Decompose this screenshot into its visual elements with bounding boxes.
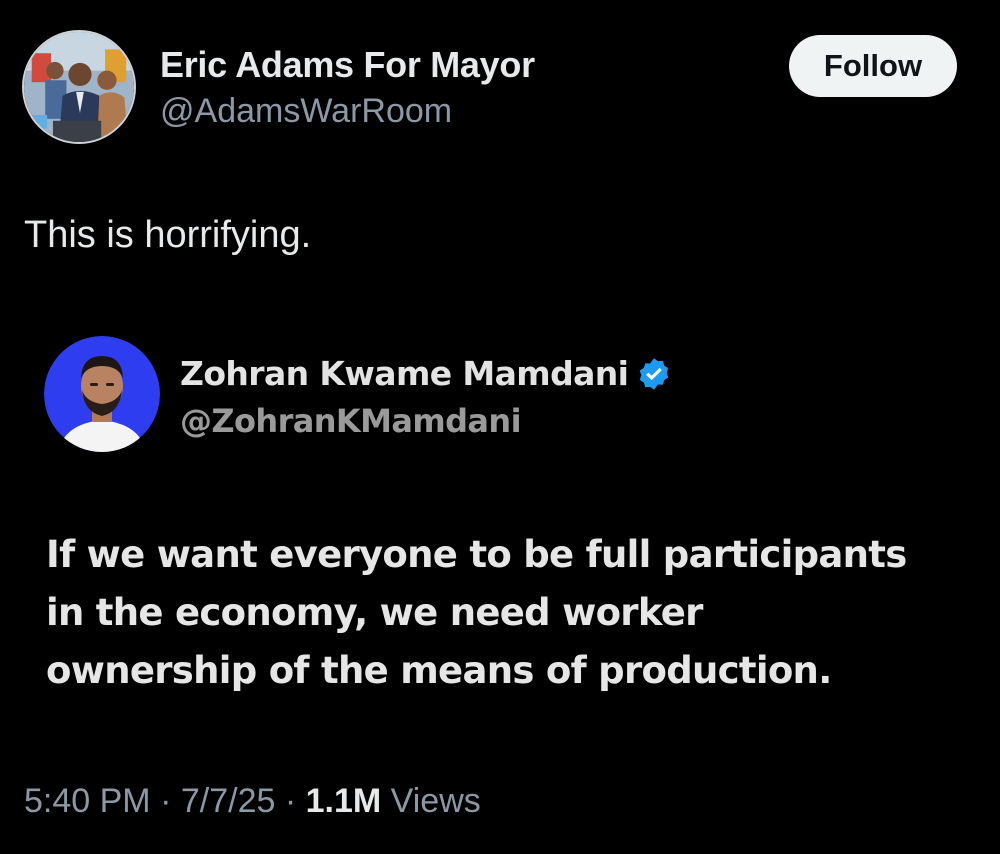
quoted-post-text: If we want everyone to be full participa… [46, 526, 976, 700]
post-time[interactable]: 5:40 PM [24, 782, 151, 820]
follow-button[interactable]: Follow [789, 35, 957, 97]
tweet: Eric Adams For Mayor @AdamsWarRoom Follo… [0, 0, 1000, 854]
quoted-author-avatar[interactable] [44, 336, 160, 452]
quoted-text-line: in the economy, we need worker [46, 591, 703, 634]
meta-separator: · [160, 782, 172, 820]
quoted-post[interactable]: Zohran Kwame Mamdani @ZohranKMamdani If … [0, 330, 1000, 730]
quoted-author-name-text: Zohran Kwame Mamdani [180, 354, 629, 393]
post-date[interactable]: 7/7/25 [181, 782, 276, 820]
author-handle[interactable]: @AdamsWarRoom [160, 92, 452, 131]
quoted-text-line: ownership of the means of production. [46, 649, 832, 692]
quoted-text-line: If we want everyone to be full participa… [46, 533, 907, 576]
views-count[interactable]: 1.1M [306, 782, 382, 820]
post-meta: 5:40 PM · 7/7/25 · 1.1M Views [24, 782, 481, 821]
quoted-avatar-image [44, 336, 160, 452]
verified-badge-icon [636, 356, 672, 392]
author-avatar-image [24, 32, 134, 142]
author-name[interactable]: Eric Adams For Mayor [160, 44, 535, 86]
views-label: Views [390, 782, 481, 820]
meta-separator: · [284, 782, 297, 820]
quoted-author-name[interactable]: Zohran Kwame Mamdani [180, 354, 672, 393]
quoted-author-handle[interactable]: @ZohranKMamdani [180, 402, 522, 440]
tweet-text: This is horrifying. [24, 214, 312, 256]
author-avatar[interactable] [22, 30, 136, 144]
